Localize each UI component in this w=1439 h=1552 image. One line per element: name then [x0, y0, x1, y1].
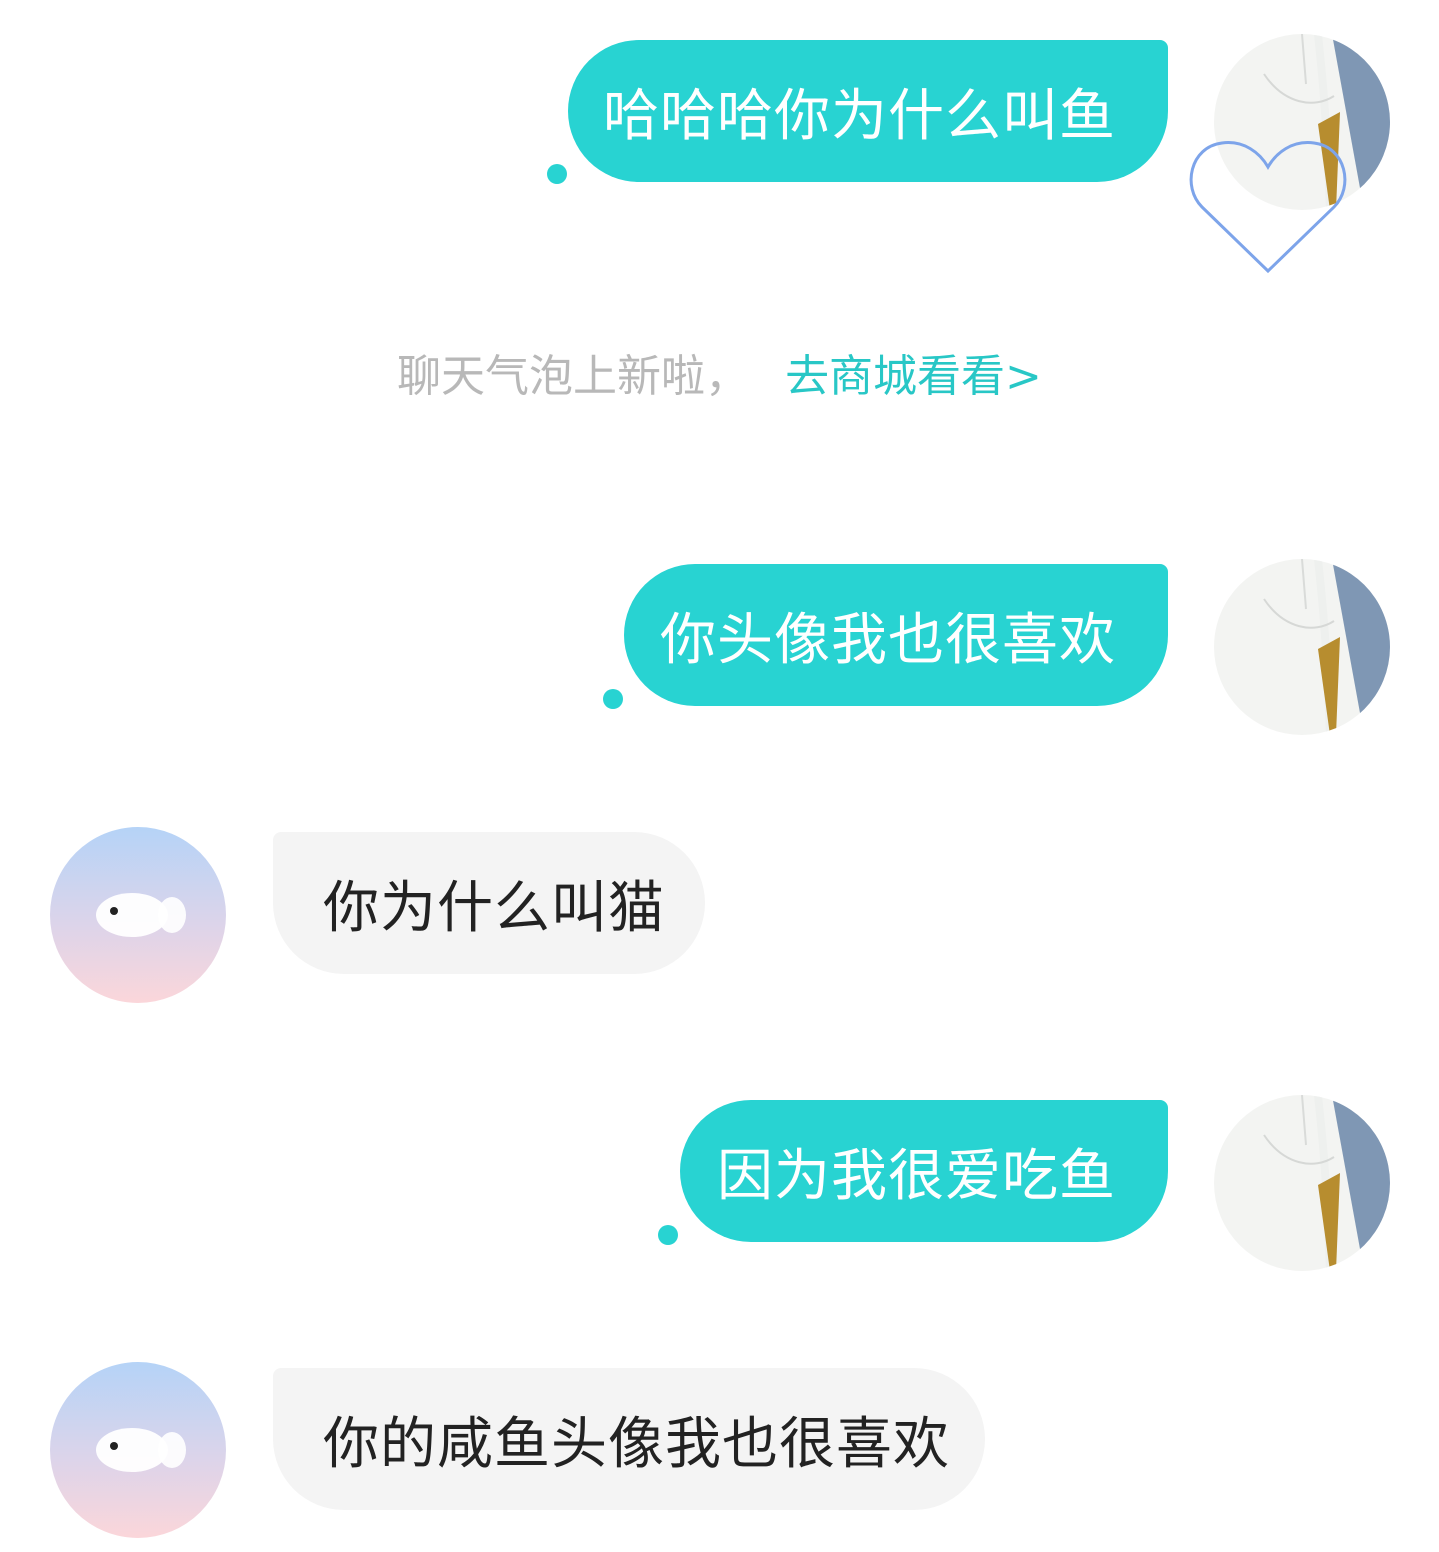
bubble-tail-dot: [547, 164, 567, 184]
notice-text: 聊天气泡上新啦，: [397, 351, 750, 402]
contact-avatar[interactable]: [50, 827, 226, 1003]
contact-avatar[interactable]: [50, 1362, 226, 1538]
bubble-tail-dot: [658, 1225, 678, 1245]
message-bubble-received[interactable]: 你为什么叫猫: [273, 832, 705, 974]
my-avatar[interactable]: [1214, 559, 1390, 735]
message-bubble-sent[interactable]: 因为我很爱吃鱼: [680, 1100, 1168, 1242]
message-text: 你的咸鱼头像我也很喜欢: [323, 1411, 950, 1477]
bubble-tail-dot: [603, 689, 623, 709]
message-bubble-received[interactable]: 你的咸鱼头像我也很喜欢: [273, 1368, 985, 1510]
heart-frame-icon: [1188, 135, 1348, 280]
message-text: 你为什么叫猫: [323, 875, 665, 941]
message-bubble-sent[interactable]: 哈哈哈你为什么叫鱼: [568, 40, 1168, 182]
my-avatar[interactable]: [1214, 1095, 1390, 1271]
message-bubble-sent[interactable]: 你头像我也很喜欢: [624, 564, 1168, 706]
message-text: 因为我很爱吃鱼: [717, 1143, 1116, 1209]
store-link[interactable]: 去商城看看>: [785, 351, 1042, 402]
chat-view: 哈哈哈你为什么叫鱼 聊天气泡上新啦， 去商城看看> 你头像我也很喜欢 你为什么叫…: [0, 0, 1439, 1552]
message-text: 你头像我也很喜欢: [660, 607, 1116, 673]
bubble-promo-notice: 聊天气泡上新啦， 去商城看看>: [0, 340, 1439, 404]
message-text: 哈哈哈你为什么叫鱼: [603, 83, 1116, 149]
